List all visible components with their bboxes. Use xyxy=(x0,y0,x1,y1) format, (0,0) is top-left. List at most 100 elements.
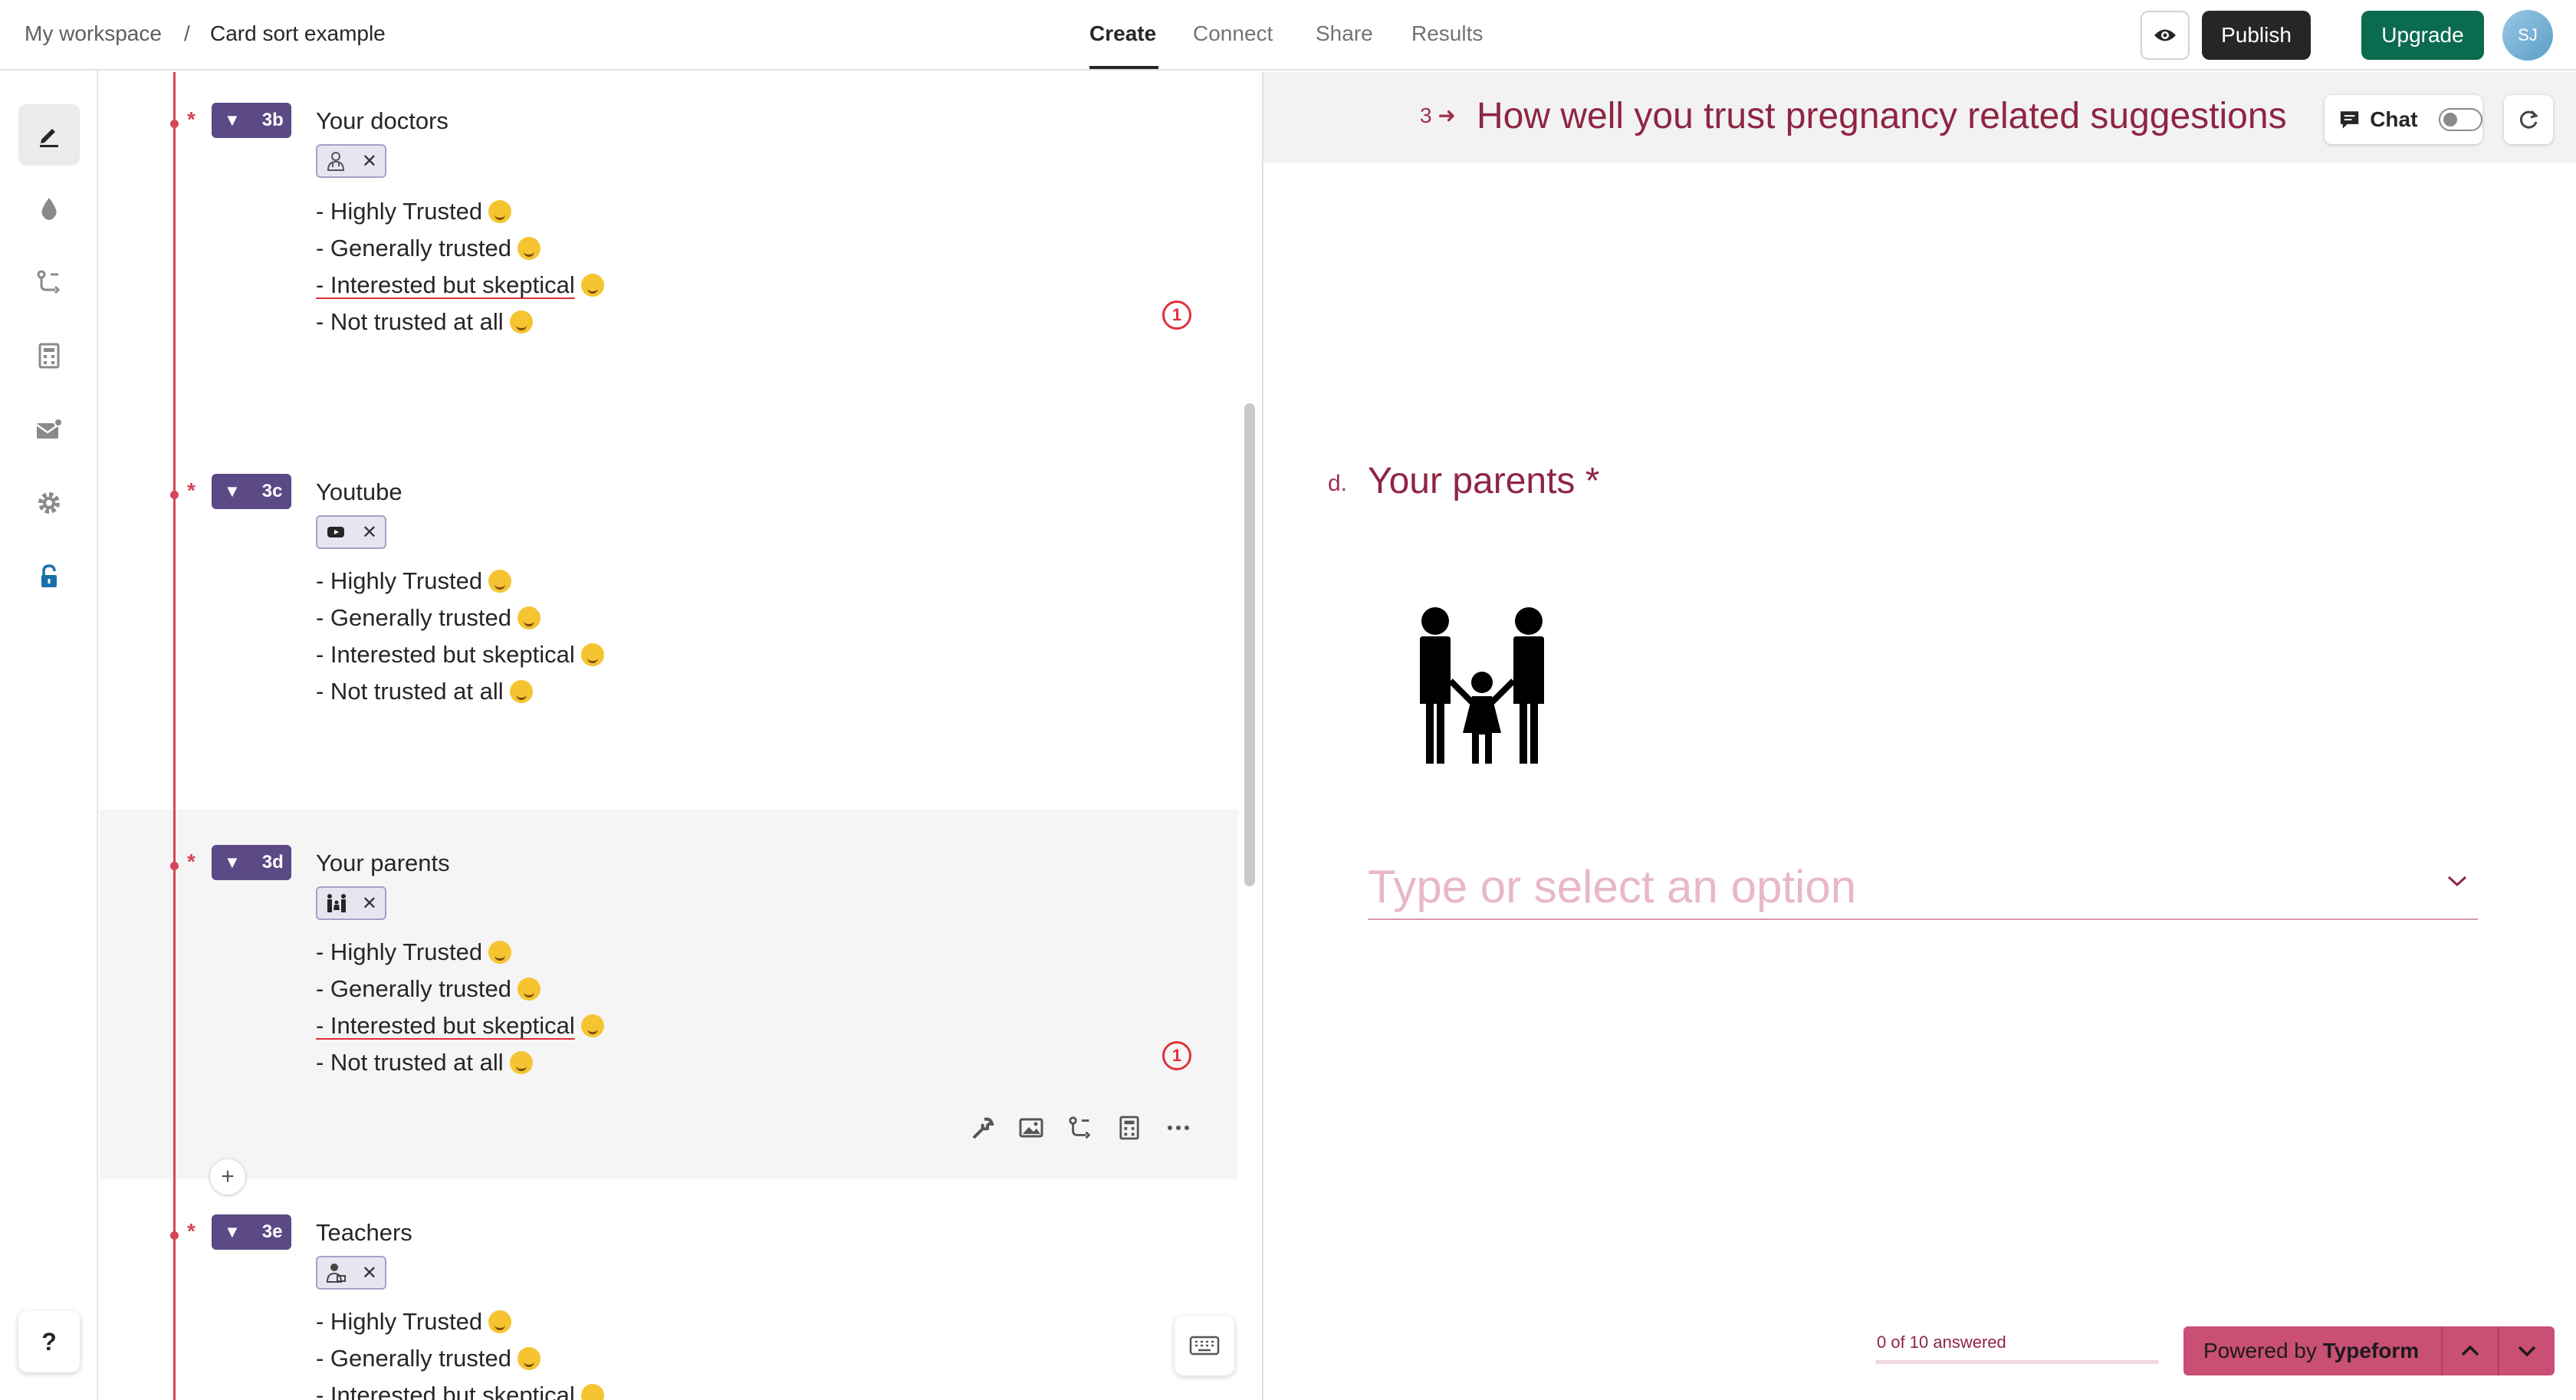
question-title[interactable]: Your doctors xyxy=(316,107,449,135)
option-text[interactable]: - Not trusted at all xyxy=(316,678,533,705)
help-button[interactable]: ? xyxy=(18,1311,80,1372)
add-question-button[interactable]: + xyxy=(210,1159,245,1195)
image-button[interactable] xyxy=(1017,1113,1046,1142)
sub-question-title: Your parents * xyxy=(1368,461,1600,501)
tab-share[interactable]: Share xyxy=(1316,21,1373,46)
preview-group-header: 3 ➜ How well you trust pregnancy related… xyxy=(1263,72,2576,163)
chat-bubble-icon xyxy=(2340,111,2359,129)
top-bar: My workspace / Card sort example Create … xyxy=(0,0,2576,71)
publish-button[interactable]: Publish xyxy=(2202,11,2311,60)
media-chip[interactable]: ✕ xyxy=(316,144,386,178)
logic-icon xyxy=(1069,1116,1091,1139)
question-number: 3e xyxy=(261,1221,283,1242)
option-text[interactable]: - Not trusted at all xyxy=(316,308,533,336)
group-question-title: How well you trust pregnancy related sug… xyxy=(1477,96,2287,136)
warning-badge[interactable]: 1 xyxy=(1162,1041,1191,1070)
tab-connect[interactable]: Connect xyxy=(1193,21,1273,46)
smiley-emoji-icon xyxy=(518,978,540,1001)
media-chip[interactable]: ✕ xyxy=(316,515,386,549)
question-badge-3b[interactable]: ▼ 3b xyxy=(212,103,291,138)
option-text[interactable]: - Interested but skeptical xyxy=(316,1012,604,1040)
eye-icon xyxy=(2154,29,2176,41)
sleepy-emoji-icon xyxy=(509,311,533,334)
chevron-down-icon: ▼ xyxy=(224,110,241,130)
option-text[interactable]: - Generally trusted xyxy=(316,604,540,632)
option-text[interactable]: - Highly Trusted xyxy=(316,198,512,225)
option-text[interactable]: - Generally trusted xyxy=(316,235,540,262)
warning-badge[interactable]: 1 xyxy=(1162,301,1191,330)
powered-by-bar: Powered by Typeform xyxy=(2183,1326,2555,1375)
rail-edit-button[interactable] xyxy=(18,104,80,166)
upgrade-button[interactable]: Upgrade xyxy=(2361,11,2484,60)
question-title[interactable]: Teachers xyxy=(316,1219,412,1247)
rail-calculator-button[interactable] xyxy=(18,325,80,386)
option-text[interactable]: - Generally trusted xyxy=(316,975,540,1003)
question-title[interactable]: Your parents xyxy=(316,850,450,877)
powered-by-link[interactable]: Powered by Typeform xyxy=(2183,1339,2441,1363)
tab-create[interactable]: Create xyxy=(1089,21,1156,46)
remove-media-icon[interactable]: ✕ xyxy=(362,521,377,544)
thinking-emoji-icon xyxy=(580,274,604,297)
option-text[interactable]: - Interested but skeptical xyxy=(316,1382,604,1400)
family-icon xyxy=(327,894,346,912)
required-marker: * xyxy=(187,478,196,502)
option-text[interactable]: - Interested but skeptical xyxy=(316,641,604,669)
active-tab-indicator xyxy=(1089,66,1158,69)
question-badge-3c[interactable]: ▼ 3c xyxy=(212,474,291,509)
tab-results[interactable]: Results xyxy=(1411,21,1483,46)
edit-icon xyxy=(40,129,58,147)
settings-wrench-button[interactable] xyxy=(968,1113,997,1142)
option-text[interactable]: - Highly Trusted xyxy=(316,567,512,595)
remove-media-icon[interactable]: ✕ xyxy=(362,892,377,915)
option-text[interactable]: - Not trusted at all xyxy=(316,1049,533,1076)
more-dots-icon xyxy=(1168,1126,1189,1130)
rail-settings-button[interactable] xyxy=(18,472,80,534)
chevron-down-icon: ▼ xyxy=(224,1222,241,1241)
question-badge-3e[interactable]: ▼ 3e xyxy=(212,1214,291,1250)
youtube-icon xyxy=(327,527,344,537)
question-title[interactable]: Youtube xyxy=(316,478,402,506)
rail-logic-button[interactable] xyxy=(18,251,80,313)
calculator-button[interactable] xyxy=(1115,1113,1144,1142)
group-question-number: 3 ➜ xyxy=(1420,104,1456,127)
dropdown-placeholder: Type or select an option xyxy=(1368,861,1857,912)
media-chip[interactable]: ✕ xyxy=(316,1256,386,1290)
chevron-up-icon xyxy=(2461,1345,2479,1356)
dropdown-input[interactable]: Type or select an option xyxy=(1368,851,2478,920)
previous-question-button[interactable] xyxy=(2441,1326,2498,1375)
editor-scrollbar[interactable] xyxy=(1244,403,1255,886)
preview-button[interactable] xyxy=(2141,11,2190,60)
option-text[interactable]: - Highly Trusted xyxy=(316,938,512,966)
remove-media-icon[interactable]: ✕ xyxy=(362,150,377,173)
media-chip[interactable]: ✕ xyxy=(316,886,386,920)
rail-access-button[interactable] xyxy=(18,546,80,607)
chat-toggle[interactable]: Chat xyxy=(2325,95,2482,144)
question-toolbar xyxy=(968,1113,1193,1142)
rail-theme-button[interactable] xyxy=(18,178,80,239)
logic-button[interactable] xyxy=(1066,1113,1095,1142)
theme-drop-icon xyxy=(41,198,57,220)
question-badge-3d[interactable]: ▼ 3d xyxy=(212,845,291,880)
next-question-button[interactable] xyxy=(2498,1326,2555,1375)
avatar[interactable]: SJ xyxy=(2502,10,2553,61)
email-icon xyxy=(36,418,63,439)
chat-switch[interactable] xyxy=(2439,108,2482,131)
rail-email-button[interactable] xyxy=(18,399,80,460)
option-text[interactable]: - Generally trusted xyxy=(316,1345,540,1372)
breadcrumb-form-title[interactable]: Card sort example xyxy=(210,21,386,46)
option-text[interactable]: - Highly Trusted xyxy=(316,1308,512,1336)
chevron-down-icon[interactable] xyxy=(2446,874,2469,888)
question-dot xyxy=(170,862,179,870)
question-dot xyxy=(170,1231,179,1240)
question-number: 3b xyxy=(261,110,284,130)
restart-preview-button[interactable] xyxy=(2504,95,2553,144)
breadcrumb-workspace[interactable]: My workspace xyxy=(25,21,162,46)
option-text[interactable]: - Interested but skeptical xyxy=(316,271,604,299)
more-options-button[interactable] xyxy=(1164,1113,1193,1142)
keyboard-shortcuts-button[interactable] xyxy=(1175,1316,1234,1375)
teacher-icon xyxy=(326,1264,346,1283)
remove-media-icon[interactable]: ✕ xyxy=(362,1262,377,1284)
calculator-icon xyxy=(1119,1116,1139,1140)
question-image xyxy=(1405,604,1559,769)
lock-icon xyxy=(41,564,57,587)
